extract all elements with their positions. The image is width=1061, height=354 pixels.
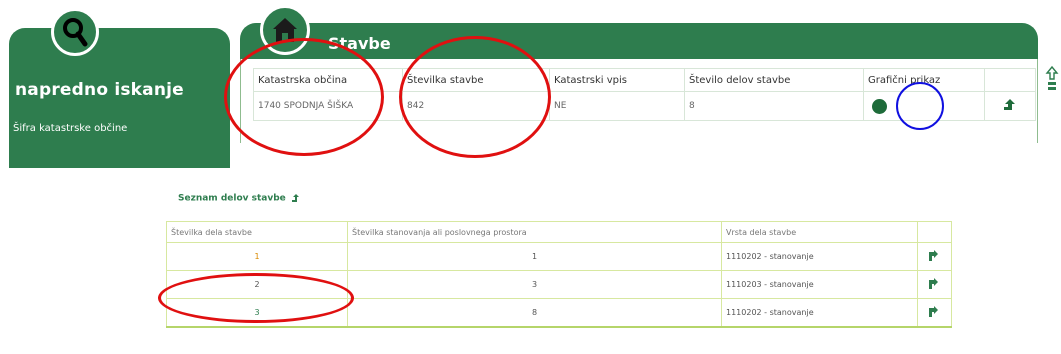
globe-icon[interactable] bbox=[872, 98, 887, 114]
building-parts-icon bbox=[291, 194, 299, 202]
cell-building-number: 842 bbox=[402, 91, 550, 121]
cell-action bbox=[984, 91, 1036, 121]
col-number-of-parts: Število delov stavbe bbox=[684, 68, 864, 92]
cell-apartment-number: 8 bbox=[347, 298, 722, 328]
table-row[interactable]: 1 1 1110202 - stanovanje bbox=[166, 242, 952, 271]
building-parts-header: Številka dela stavbe Številka stanovanja… bbox=[166, 221, 952, 243]
col-action bbox=[984, 68, 1036, 92]
building-parts-title: Seznam delov stavbe bbox=[178, 193, 301, 204]
col-part-type: Vrsta dela stavbe bbox=[721, 221, 918, 243]
col-apartment-number: Številka stanovanja ali poslovnega prost… bbox=[347, 221, 722, 243]
buildings-panel-header: Stavbe bbox=[240, 23, 1038, 59]
cell-part-action bbox=[917, 298, 952, 328]
col-part-number: Številka dela stavbe bbox=[166, 221, 348, 243]
cell-apartment-number: 1 bbox=[347, 242, 722, 271]
arrow-icon[interactable] bbox=[928, 249, 942, 262]
buildings-title: Stavbe bbox=[328, 34, 391, 53]
search-icon[interactable] bbox=[51, 8, 99, 56]
up-arrow-icon[interactable] bbox=[1002, 98, 1018, 112]
house-icon bbox=[260, 5, 310, 55]
col-part-action bbox=[917, 221, 952, 243]
cell-part-action bbox=[917, 270, 952, 299]
side-scroll-icon[interactable] bbox=[1045, 65, 1059, 93]
col-cadastral-entry: Katastrski vpis bbox=[549, 68, 685, 92]
advanced-search-panel: napredno iskanje Šifra katastrske občine bbox=[9, 8, 230, 168]
building-parts-table: Številka dela stavbe Številka stanovanja… bbox=[166, 221, 952, 328]
cell-part-number[interactable]: 2 bbox=[166, 270, 348, 299]
cell-part-number[interactable]: 3 bbox=[166, 298, 348, 328]
col-building-number: Številka stavbe bbox=[402, 68, 550, 92]
cell-apartment-number: 3 bbox=[347, 270, 722, 299]
cell-number-of-parts: 8 bbox=[684, 91, 864, 121]
cell-part-type: 1110202 - stanovanje bbox=[721, 242, 918, 271]
cadastral-municipality-code-label: Šifra katastrske občine bbox=[13, 123, 128, 134]
table-row[interactable]: 2 3 1110203 - stanovanje bbox=[166, 270, 952, 299]
cell-cadastral-municipality: 1740 SPODNJA ŠIŠKA bbox=[253, 91, 403, 121]
arrow-icon[interactable] bbox=[928, 277, 942, 290]
annotation-circle-graphic bbox=[896, 82, 944, 130]
col-cadastral-municipality: Katastrska občina bbox=[253, 68, 403, 92]
table-row[interactable]: 3 8 1110202 - stanovanje bbox=[166, 298, 952, 328]
cell-part-number[interactable]: 1 bbox=[166, 242, 348, 271]
arrow-icon[interactable] bbox=[928, 305, 942, 318]
cell-part-action bbox=[917, 242, 952, 271]
advanced-search-title: napredno iskanje bbox=[15, 80, 184, 100]
cell-part-type: 1110202 - stanovanje bbox=[721, 298, 918, 328]
cell-cadastral-entry: NE bbox=[549, 91, 685, 121]
cell-part-type: 1110203 - stanovanje bbox=[721, 270, 918, 299]
